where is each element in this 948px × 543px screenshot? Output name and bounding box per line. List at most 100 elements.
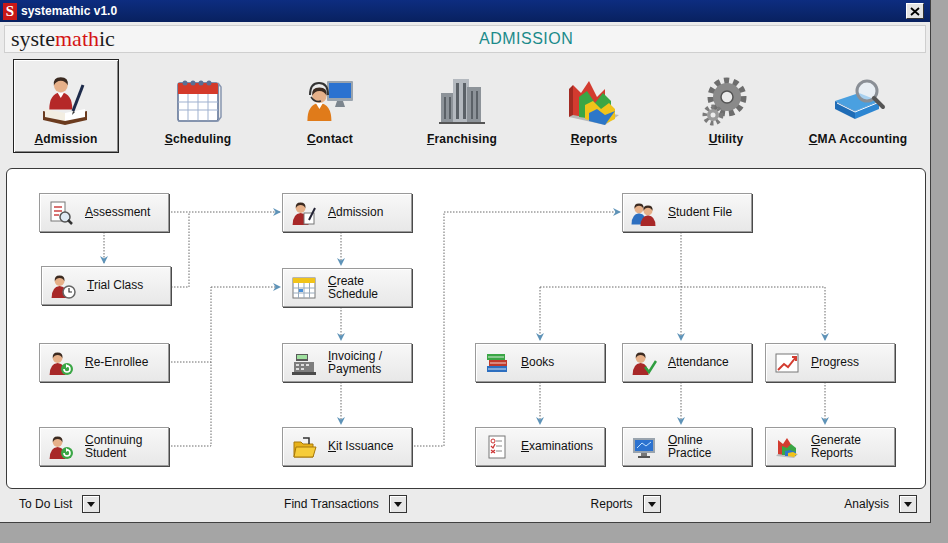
report-chart-icon [774, 434, 800, 460]
app-icon: S [3, 3, 17, 20]
kit-icon [291, 434, 317, 460]
module-label: Admission [34, 132, 97, 146]
workflow-label: OnlinePractice [668, 434, 711, 460]
workflow-button[interactable]: CreateSchedule [282, 268, 412, 307]
label-line: Reports [811, 447, 861, 460]
bottom-menu-label: To Do List [19, 497, 72, 511]
module-label: Contact [307, 132, 353, 146]
module-label: CMA Accounting [809, 132, 908, 146]
workflow-label: ContinuingStudent [85, 434, 142, 460]
module-button[interactable]: Scheduling [145, 59, 251, 153]
label-line: Books [521, 356, 554, 369]
workflow-label: Student File [668, 206, 732, 219]
workflow-label: Examinations [521, 440, 593, 453]
dropdown-arrow-icon [87, 502, 95, 507]
bottom-menu-label: Find Transactions [284, 497, 379, 511]
label-line: Attendance [668, 356, 729, 369]
label-line: Invoicing / [328, 350, 382, 363]
continuing-student-icon [48, 434, 74, 460]
workflow-button[interactable]: OnlinePractice [622, 427, 752, 466]
label-line: Schedule [328, 288, 378, 301]
label-line: Payments [328, 363, 382, 376]
module-label: Reports [571, 132, 618, 146]
calendar-icon [291, 275, 317, 301]
logo-part: syste [11, 26, 55, 51]
workflow-label: Trial Class [87, 279, 143, 292]
label-line: Student File [668, 206, 732, 219]
close-icon [910, 7, 920, 16]
label-line: Re-Enrollee [85, 356, 148, 369]
label-line: Assessment [85, 206, 150, 219]
module-label: Franchising [427, 132, 497, 146]
assessment-icon [48, 200, 74, 226]
module-label: Scheduling [165, 132, 232, 146]
workflow-label: Invoicing /Payments [328, 350, 382, 376]
workflow-label: Admission [328, 206, 383, 219]
module-button[interactable]: Utility [673, 59, 779, 153]
bottom-bar: To Do List Find Transactions Reports Analys… [0, 490, 930, 518]
workflow-button[interactable]: GenerateReports [765, 427, 895, 466]
module-button[interactable]: Franchising [409, 59, 515, 153]
exam-icon [484, 434, 510, 460]
workflow-button[interactable]: Books [475, 343, 605, 382]
admission-icon [291, 200, 317, 226]
workflow-button[interactable]: Attendance [622, 343, 752, 382]
re-enroll-icon [48, 350, 74, 376]
close-button[interactable] [906, 3, 924, 19]
module-button[interactable]: Reports [541, 59, 647, 153]
workflow-label: Progress [811, 356, 859, 369]
window-title: systemathic v1.0 [21, 4, 117, 18]
module-toolbar: Admission Scheduling Contact Franchising Rep… [0, 57, 930, 156]
workflow-button[interactable]: Invoicing /Payments [282, 343, 412, 382]
workflow-button[interactable]: Kit Issuance [282, 427, 412, 466]
dropdown-arrow-icon [904, 502, 912, 507]
admission-icon [37, 71, 95, 129]
accounting-icon [829, 71, 887, 129]
bottom-menu[interactable]: Analysis [844, 495, 917, 513]
dropdown-button[interactable] [82, 495, 100, 513]
students-icon [631, 200, 657, 226]
bottom-menu[interactable]: Reports [591, 495, 661, 513]
header-bar: systemathicADMISSION [4, 25, 926, 53]
module-button[interactable]: Contact [277, 59, 383, 153]
workflow-label: CreateSchedule [328, 275, 378, 301]
label-line: Practice [668, 447, 711, 460]
label-line: Admission [328, 206, 383, 219]
workflow-button[interactable]: ContinuingStudent [39, 427, 169, 466]
dropdown-arrow-icon [648, 502, 656, 507]
workflow-button[interactable]: Admission [282, 193, 412, 232]
dropdown-button[interactable] [389, 495, 407, 513]
bottom-menu[interactable]: To Do List [19, 495, 100, 513]
monitor-icon [631, 434, 657, 460]
label-line: Trial Class [87, 279, 143, 292]
workflow-button[interactable]: Student File [622, 193, 752, 232]
dropdown-button[interactable] [643, 495, 661, 513]
module-button[interactable]: CMA Accounting [805, 59, 911, 153]
bottom-menu-label: Analysis [844, 497, 889, 511]
logo-part: ic [99, 26, 115, 51]
section-title: ADMISSION [479, 30, 573, 48]
workflow-button[interactable]: Re-Enrollee [39, 343, 169, 382]
logo: systemathic [5, 26, 479, 52]
workflow-button[interactable]: Examinations [475, 427, 605, 466]
area-chart-icon [565, 71, 623, 129]
bottom-menu[interactable]: Find Transactions [284, 495, 407, 513]
workflow-button[interactable]: Progress [765, 343, 895, 382]
label-line: Kit Issuance [328, 440, 393, 453]
calendar-icon [169, 71, 227, 129]
workflow-panel: Assessment Trial Class Re-Enrollee Continui… [6, 168, 926, 489]
workflow-label: Books [521, 356, 554, 369]
label-line: Progress [811, 356, 859, 369]
workflow-label: Re-Enrollee [85, 356, 148, 369]
module-label: Utility [709, 132, 744, 146]
workflow-label: GenerateReports [811, 434, 861, 460]
workflow-label: Kit Issuance [328, 440, 393, 453]
workflow-label: Attendance [668, 356, 729, 369]
dropdown-arrow-icon [394, 502, 402, 507]
workflow-button[interactable]: Assessment [39, 193, 169, 232]
workflow-button[interactable]: Trial Class [41, 266, 171, 305]
dropdown-button[interactable] [899, 495, 917, 513]
books-icon [484, 350, 510, 376]
cash-register-icon [291, 350, 317, 376]
module-button[interactable]: Admission [13, 59, 119, 153]
